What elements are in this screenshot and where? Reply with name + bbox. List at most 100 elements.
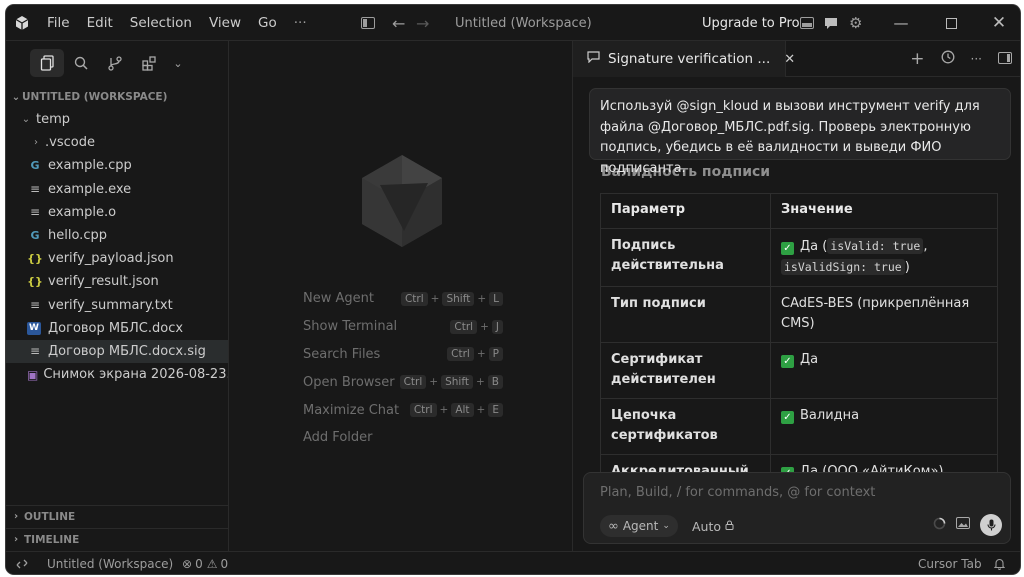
app-logo-icon [14, 5, 30, 41]
menu-file[interactable]: File [47, 15, 70, 31]
tree-file[interactable]: ≡ example.o [6, 201, 228, 224]
key: Ctrl [400, 291, 428, 306]
remote-connection-icon[interactable] [16, 552, 28, 574]
tree-item-label: temp [36, 112, 71, 128]
key: B [487, 375, 503, 390]
more-options-icon[interactable]: ··· [971, 52, 982, 66]
model-auto-selector[interactable]: Auto [692, 515, 734, 537]
validity-table: Параметр Значение Подпись действительна … [600, 193, 998, 473]
microphone-icon[interactable] [980, 514, 1002, 536]
warning-icon: ⚠ [206, 556, 218, 571]
param-cell: Тип подписи [600, 285, 771, 343]
param-cell: Аккредитованный УЦ [600, 453, 771, 473]
text-file-icon: ≡ [29, 344, 41, 359]
activity-row: ⌄ [30, 49, 190, 77]
shortcut-open-browser[interactable]: Open Browser Ctrl + Shift + B [303, 368, 503, 396]
tree-file[interactable]: ≡ verify_summary.txt [6, 294, 228, 317]
tree-folder-temp[interactable]: ⌄ temp [6, 108, 228, 131]
file-tree: ⌄ temp › .vscode G example.cpp ≡ example… [6, 108, 228, 386]
timeline-section-header[interactable]: › TIMELINE [6, 528, 228, 550]
tree-file[interactable]: G example.cpp [6, 154, 228, 177]
search-icon[interactable] [64, 49, 98, 77]
tree-item-label: verify_payload.json [48, 251, 174, 267]
chat-bubble-icon [587, 51, 600, 67]
chat-actions: + ··· [910, 41, 1012, 77]
workspace-header-label: UNTITLED (WORKSPACE) [22, 91, 168, 103]
workspace-section-header[interactable]: ⌄ UNTITLED (WORKSPACE) [6, 87, 228, 107]
param-cell: Подпись действительна [600, 227, 771, 287]
shortcut-label: Open Browser [303, 374, 395, 390]
inline-code: isValid: true [827, 237, 924, 254]
extensions-icon[interactable] [132, 49, 166, 77]
shortcut-add-folder[interactable]: Add Folder [303, 424, 503, 452]
chat-input[interactable] [584, 473, 1010, 511]
shortcut-keys: Ctrl + P [447, 347, 503, 362]
value-text: Валидна [800, 407, 860, 423]
shortcut-keys: Ctrl + Alt + E [409, 403, 503, 418]
value-cell: CAdES-BES (прикреплённая CMS) [770, 285, 998, 343]
menu-go[interactable]: Go [258, 15, 277, 31]
notifications-bell-icon[interactable] [994, 552, 1005, 574]
tree-folder-vscode[interactable]: › .vscode [6, 131, 228, 154]
new-chat-plus-icon[interactable]: + [910, 49, 924, 69]
value-text: Да [800, 351, 819, 367]
key: Shift [441, 375, 473, 390]
cursor-tab-status[interactable]: Cursor Tab [918, 552, 982, 574]
app-window: File Edit Selection View Go ··· ← → Unti… [6, 5, 1020, 574]
toggle-sidebar-icon[interactable] [361, 5, 375, 41]
tree-file[interactable]: {} verify_payload.json [6, 247, 228, 270]
outline-section-header[interactable]: › OUTLINE [6, 505, 228, 527]
menu-more[interactable]: ··· [294, 15, 307, 31]
tree-item-label: Договор МБЛС.docx.sig [48, 343, 206, 359]
context-usage-icon[interactable] [933, 517, 946, 534]
tree-file-selected[interactable]: ≡ Договор МБЛС.docx.sig [6, 339, 228, 364]
tree-item-label: .vscode [45, 135, 95, 151]
user-message[interactable]: Используй @sign_kloud и вызови инструмен… [589, 88, 1011, 176]
chat-tab[interactable]: Signature verification ... ✕ [573, 41, 795, 77]
tree-file[interactable]: W Договор МБЛС.docx [6, 317, 228, 340]
problems-indicator[interactable]: ⊗ 0 ⚠ 0 [182, 552, 228, 574]
layout-panel-icon[interactable] [800, 5, 814, 41]
tree-item-label: example.cpp [48, 158, 132, 174]
table-row: Сертификат действителен ✓ Да [600, 341, 998, 399]
upgrade-button[interactable]: Upgrade to Pro [702, 5, 800, 41]
agent-mode-selector[interactable]: ∞ Agent ⌄ [600, 515, 678, 537]
error-count: 0 [195, 556, 203, 571]
close-window-icon[interactable]: ✕ [976, 5, 1020, 41]
tree-file[interactable]: ▣ Снимок экрана 2026-08-23... [6, 363, 228, 386]
shortcut-maximize-chat[interactable]: Maximize Chat Ctrl + Alt + E [303, 396, 503, 424]
chat-input-box: ∞ Agent ⌄ Auto [583, 472, 1011, 544]
tree-file[interactable]: G hello.cpp [6, 224, 228, 247]
tree-file[interactable]: ≡ example.exe [6, 178, 228, 201]
outline-label: OUTLINE [24, 510, 76, 523]
chevron-down-icon[interactable]: ⌄ [166, 49, 190, 77]
status-bar: Untitled (Workspace) ⊗ 0 ⚠ 0 Cursor Tab [6, 551, 1020, 574]
menu-edit[interactable]: Edit [87, 15, 113, 31]
source-control-icon[interactable] [98, 49, 132, 77]
shortcut-new-agent[interactable]: New Agent Ctrl + Shift + L [303, 285, 503, 313]
column-header: Значение [770, 193, 998, 229]
key: E [488, 403, 503, 418]
chevron-right-icon: › [13, 511, 19, 522]
back-arrow-icon[interactable]: ← [392, 5, 405, 41]
menu-view[interactable]: View [209, 15, 241, 31]
close-tab-icon[interactable]: ✕ [784, 52, 795, 67]
tree-file[interactable]: {} verify_result.json [6, 270, 228, 293]
minimize-icon[interactable]: — [878, 5, 924, 41]
value-cell: ✓ Валидна [770, 397, 998, 455]
settings-gear-icon[interactable]: ⚙ [849, 5, 862, 41]
image-attach-icon[interactable] [956, 517, 970, 533]
image-file-icon: ▣ [27, 367, 39, 382]
history-clock-icon[interactable] [941, 50, 955, 68]
column-header: Параметр [600, 193, 771, 229]
maximize-icon[interactable] [928, 5, 974, 41]
chat-panel-icon[interactable] [824, 5, 838, 41]
menu-selection[interactable]: Selection [130, 15, 192, 31]
status-workspace[interactable]: Untitled (Workspace) [47, 552, 173, 574]
explorer-files-icon[interactable] [30, 49, 64, 77]
forward-arrow-icon[interactable]: → [416, 5, 429, 41]
param-cell: Сертификат действителен [600, 341, 771, 399]
panel-toggle-icon[interactable] [998, 50, 1012, 68]
shortcut-show-terminal[interactable]: Show Terminal Ctrl + J [303, 313, 503, 341]
shortcut-search-files[interactable]: Search Files Ctrl + P [303, 341, 503, 369]
